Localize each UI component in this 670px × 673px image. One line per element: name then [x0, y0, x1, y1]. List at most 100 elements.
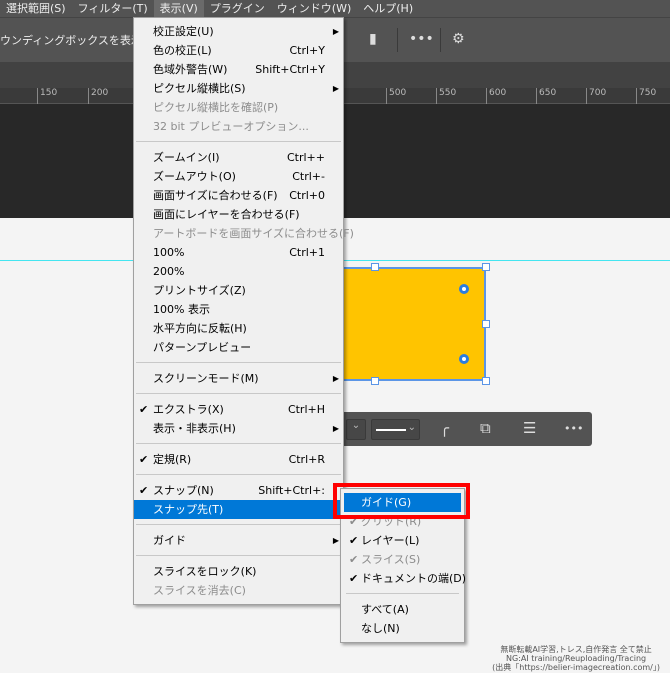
divider: [440, 28, 441, 52]
submenu-arrow-icon: ▶: [332, 84, 339, 93]
menu-item[interactable]: ✔ ドキュメントの端(D): [344, 569, 466, 588]
menu-item[interactable]: 校正設定(U) ▶: [134, 22, 343, 41]
menu-item[interactable]: アートボードを画面サイズに合わせる(F): [134, 224, 354, 243]
menu-item-label: スナップ(N): [153, 484, 214, 497]
menu-item[interactable]: ズームアウト(O) Ctrl+-: [134, 167, 343, 186]
menu-item[interactable]: ✔ レイヤー(L): [344, 531, 461, 550]
menu-item[interactable]: 32 bit プレビューオプション...: [134, 117, 343, 136]
corner-radius-icon[interactable]: ╭: [440, 419, 449, 437]
watermark: 無断転載AI学習,トレス,自作発言 全て禁止 NG:AI training/Re…: [492, 645, 660, 672]
menu-item[interactable]: 表示・非表示(H) ▶: [134, 419, 343, 438]
menu-item-label: 100%: [153, 246, 185, 259]
menu-item[interactable]: 色域外警告(W) Shift+Ctrl+Y: [134, 60, 343, 79]
ruler-tick: 550: [436, 88, 456, 104]
highlight-annotation-box: [333, 483, 470, 519]
adjust-sliders-icon[interactable]: ☰: [523, 419, 536, 437]
more-icon[interactable]: •••: [564, 422, 583, 435]
menu-item[interactable]: ズームイン(I) Ctrl++: [134, 148, 343, 167]
menu-item[interactable]: ピクセル縦横比を確認(P): [134, 98, 343, 117]
menu-item[interactable]: ✔ スライス(S): [344, 550, 461, 569]
menu-item-label: ガイド: [153, 534, 186, 547]
ruler-tick: 500: [386, 88, 406, 104]
transform-handle[interactable]: [482, 263, 490, 271]
menu-item-label: ピクセル縦横比(S): [153, 82, 246, 95]
ruler-tick: 200: [88, 88, 108, 104]
transform-handle[interactable]: [482, 377, 490, 385]
menu-separator: [346, 593, 459, 594]
menu-item-label: スナップ先(T): [153, 503, 224, 516]
ruler-tick: 700: [586, 88, 606, 104]
submenu-arrow-icon: ▶: [332, 536, 339, 545]
menu-3[interactable]: プラグイン: [204, 0, 271, 17]
menu-item-label: 200%: [153, 265, 185, 278]
transform-handle[interactable]: [371, 377, 379, 385]
menu-item[interactable]: プリントサイズ(Z): [134, 281, 343, 300]
gear-icon[interactable]: ⚙: [452, 31, 465, 47]
menu-item-shortcut: Ctrl+-: [292, 170, 325, 183]
menu-item-shortcut: Shift+Ctrl+Y: [255, 63, 325, 76]
menu-item[interactable]: スライスを消去(C): [134, 581, 343, 600]
menu-item[interactable]: 200%: [134, 262, 343, 281]
checkmark-icon: ✔: [139, 453, 149, 466]
menu-item[interactable]: 画面サイズに合わせる(F) Ctrl+0: [134, 186, 343, 205]
menu-separator: [136, 362, 341, 363]
menu-item[interactable]: スクリーンモード(M) ▶: [134, 369, 343, 388]
menu-item[interactable]: 色の校正(L) Ctrl+Y: [134, 41, 343, 60]
menu-item[interactable]: パターンプレビュー: [134, 338, 343, 357]
menu-item[interactable]: ✔ スナップ(N) Shift+Ctrl+:: [134, 481, 343, 500]
view-menu: 校正設定(U) ▶ 色の校正(L) Ctrl+Y 色域外警告(W) Shift+Ctrl+…: [133, 17, 354, 605]
menu-separator: [136, 141, 341, 142]
watermark-line: (出典「https://belier-imagecreation.com/」): [492, 663, 660, 672]
menu-item[interactable]: なし(N): [344, 619, 461, 638]
menu-5[interactable]: ヘルプ(H): [357, 0, 419, 17]
menu-item[interactable]: 画面にレイヤーを合わせる(F): [134, 205, 343, 224]
menu-separator: [136, 555, 341, 556]
corner-radius-handle[interactable]: [459, 284, 469, 294]
menu-item-label: スライス(S): [361, 553, 421, 566]
more-icon[interactable]: •••: [409, 31, 434, 47]
menu-1[interactable]: フィルター(T): [72, 0, 154, 17]
stroke-width-dropdown[interactable]: ⌄: [346, 419, 366, 440]
add-shape-icon[interactable]: ⧉: [480, 419, 491, 437]
menu-separator: [136, 393, 341, 394]
menu-item-label: スライスを消去(C): [153, 584, 246, 597]
menu-4[interactable]: ウィンドウ(W): [271, 0, 357, 17]
menu-separator: [136, 443, 341, 444]
menu-item[interactable]: 水平方向に反転(H): [134, 319, 343, 338]
ruler-tick: 600: [486, 88, 506, 104]
menu-item-label: スライスをロック(K): [153, 565, 257, 578]
menu-item[interactable]: スライスをロック(K): [134, 562, 343, 581]
submenu-arrow-icon: ▶: [332, 374, 339, 383]
stroke-type-dropdown[interactable]: ⌄: [371, 419, 420, 440]
menu-item[interactable]: 100% 表示: [134, 300, 343, 319]
corner-radius-handle[interactable]: [459, 354, 469, 364]
menu-item[interactable]: すべて(A): [344, 600, 461, 619]
menu-item[interactable]: ガイド ▶: [134, 531, 343, 550]
distribute-icon[interactable]: ▮: [369, 31, 377, 47]
submenu-arrow-icon: ▶: [332, 27, 339, 36]
submenu-arrow-icon: ▶: [332, 424, 339, 433]
transform-handle[interactable]: [482, 320, 490, 328]
menu-item-label: 画面サイズに合わせる(F): [153, 189, 278, 202]
line-style-icon: [376, 429, 406, 431]
menu-item-label: 水平方向に反転(H): [153, 322, 247, 335]
menu-item-label: 32 bit プレビューオプション...: [153, 120, 309, 133]
menu-item-shortcut: Ctrl+1: [289, 246, 325, 259]
transform-handle[interactable]: [371, 263, 379, 271]
menu-item-shortcut: Ctrl+H: [287, 403, 325, 416]
menu-separator: [136, 524, 341, 525]
menu-item-shortcut: Ctrl+Y: [289, 44, 325, 57]
menu-item[interactable]: スナップ先(T): [134, 500, 343, 519]
menu-item[interactable]: ✔ エクストラ(X) Ctrl+H: [134, 400, 343, 419]
menu-item-label: 定規(R): [153, 453, 192, 466]
menu-item-label: スクリーンモード(M): [153, 372, 259, 385]
menu-item[interactable]: ピクセル縦横比(S) ▶: [134, 79, 343, 98]
menu-item-label: 校正設定(U): [153, 25, 214, 38]
menu-0[interactable]: 選択範囲(S): [0, 0, 72, 17]
menu-separator: [136, 474, 341, 475]
menu-item-label: 色の校正(L): [153, 44, 212, 57]
menu-2[interactable]: 表示(V): [153, 0, 204, 17]
show-bounding-box-label[interactable]: ウンディングボックスを表示: [0, 32, 142, 48]
menu-item[interactable]: ✔ 定規(R) Ctrl+R: [134, 450, 343, 469]
menu-item[interactable]: 100% Ctrl+1: [134, 243, 343, 262]
